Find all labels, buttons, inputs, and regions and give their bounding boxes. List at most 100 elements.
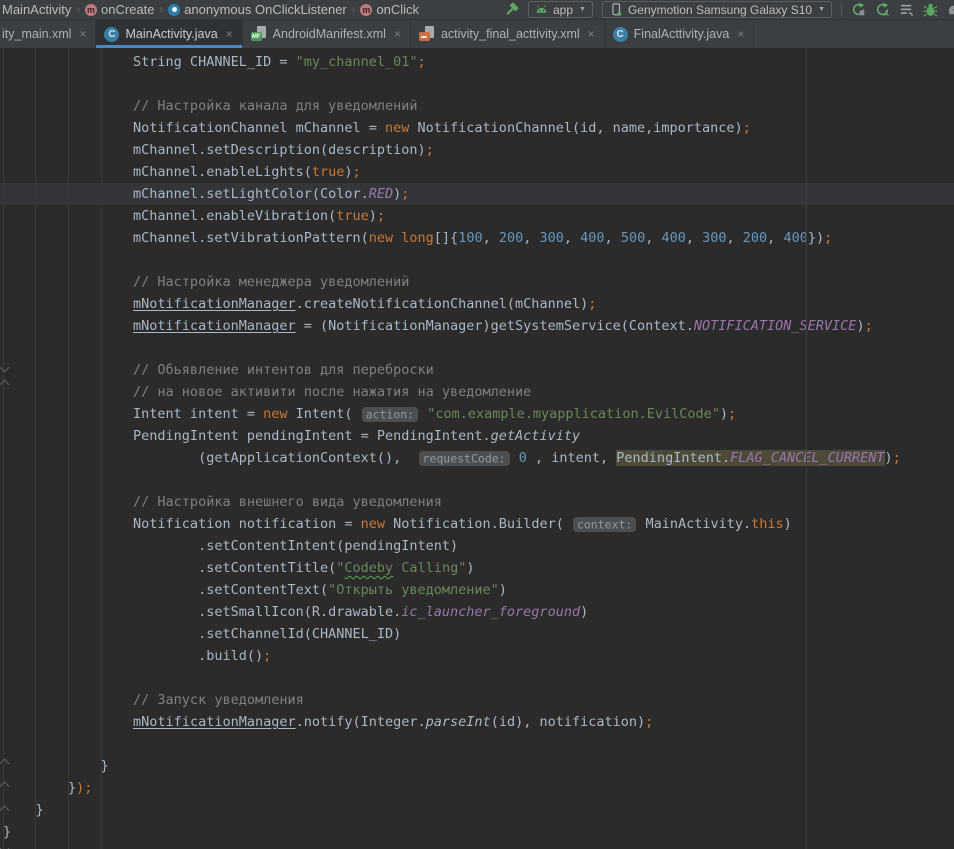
editor-tab[interactable]: MFAndroidManifest.xml× [243,20,411,48]
code-segment: ; [893,450,901,466]
code-line[interactable]: // Настройка канала для уведомлений [0,95,954,117]
code-segment: 500 [621,230,645,246]
code-line[interactable] [0,73,954,95]
code-segment: mNotificationManager [133,318,296,334]
code-line[interactable]: .build(); [0,645,954,667]
code-segment: ; [353,164,361,180]
code-line[interactable]: // Настройка менеджера уведомлений [0,271,954,293]
code-line[interactable]: Notification notification = new Notifica… [0,513,954,535]
editor-tab[interactable]: activity_final_acttivity.xml × [411,20,605,48]
code-segment: ; [824,230,832,246]
code-line[interactable]: mNotificationManager.createNotificationC… [0,293,954,315]
editor-tab-bar: ity_main.xml×CMainActivity.java×MFAndroi… [0,20,954,48]
code-line[interactable]: // Настройка внешнего вида уведомления [0,491,954,513]
method-icon: m [85,4,97,16]
android-icon [535,4,548,15]
code-segment: String CHANNEL_ID = [3,54,296,70]
code-line[interactable]: .setChannelId(CHANNEL_ID) [0,623,954,645]
code-line[interactable]: }); [0,777,954,799]
build-hammer-icon[interactable] [504,2,519,17]
code-segment: ; [377,208,385,224]
profile-icon[interactable] [947,2,954,17]
code-line[interactable]: mChannel.enableVibration(true); [0,205,954,227]
code-segment: "com.example.myapplication.EvilCode" [427,406,720,422]
code-segment: .build() [3,648,263,664]
run-config-select[interactable]: app ▼ [528,1,593,18]
code-line[interactable]: mNotificationManager = (NotificationMana… [0,315,954,337]
tab-label: MainActivity.java [125,27,217,41]
code-line[interactable]: String CHANNEL_ID = "my_channel_01"; [0,51,954,73]
code-line[interactable]: (getApplicationContext(), requestCode: 0… [0,447,954,469]
code-editor[interactable]: String CHANNEL_ID = "my_channel_01"; // … [0,48,954,849]
device-label: Genymotion Samsung Galaxy S10 [628,3,812,17]
device-select[interactable]: Genymotion Samsung Galaxy S10 ▼ [602,1,832,18]
code-segment: new [369,230,393,246]
code-line[interactable] [0,733,954,755]
code-segment: ) [856,318,864,334]
code-segment: } [3,758,109,774]
editor-tab[interactable]: CMainActivity.java× [96,20,242,48]
code-line[interactable]: mChannel.setVibrationPattern(new long[]{… [0,227,954,249]
tab-close-icon[interactable]: × [737,28,744,40]
breadcrumb-item[interactable]: monCreate [85,2,154,17]
apply-code-changes-icon[interactable]: A [875,2,890,17]
code-segment: // Настройка внешнего вида уведомления [3,494,442,510]
tab-label: ity_main.xml [2,27,71,41]
breadcrumb-item[interactable]: anonymous OnClickListener [168,2,347,17]
fold-down-icon[interactable] [0,844,9,849]
code-line[interactable]: Intent intent = new Intent( action: "com… [0,403,954,425]
code-line[interactable]: mChannel.setDescription(description); [0,139,954,161]
code-segment: // Настройка менеджера уведомлений [3,274,409,290]
tab-close-icon[interactable]: × [79,28,86,40]
toolbar-actions: app ▼ Genymotion Samsung Galaxy S10 ▼ [504,1,954,18]
code-segment: PendingIntent. [616,450,730,466]
profiler-sessions-icon[interactable] [899,2,914,17]
code-line[interactable] [0,249,954,271]
toolbar-separator [841,3,842,17]
code-segment: mChannel.setVibrationPattern( [3,230,369,246]
code-segment: new [385,120,409,136]
breadcrumb-label: MainActivity [2,2,71,17]
code-segment: mChannel.setDescription(description) [3,142,426,158]
code-segment: ; [588,296,596,312]
code-line[interactable]: .setContentText("Открыть уведомление") [0,579,954,601]
code-line[interactable]: NotificationChannel mChannel = new Notif… [0,117,954,139]
code-line[interactable]: } [0,821,954,843]
code-segment: RED [369,186,393,202]
tab-close-icon[interactable]: × [588,28,595,40]
inlay-hint: action: [362,407,418,422]
code-line[interactable]: mChannel.enableLights(true); [0,161,954,183]
code-segment: (id), notification) [491,714,645,730]
rerun-apply-changes-icon[interactable] [851,2,866,17]
tab-label: activity_final_acttivity.xml [441,27,580,41]
code-line[interactable]: } [0,799,954,821]
code-line[interactable]: // Обьявление интентов для переброски [0,359,954,381]
tab-close-icon[interactable]: × [394,28,401,40]
code-segment: getActivity [491,428,580,444]
code-line[interactable]: } [0,755,954,777]
code-line[interactable]: // Запуск уведомления [0,689,954,711]
code-line[interactable]: .setSmallIcon(R.drawable.ic_launcher_for… [0,601,954,623]
code-line[interactable] [0,667,954,689]
code-segment: []{ [434,230,458,246]
breadcrumb-item[interactable]: monClick [360,2,419,17]
tab-close-icon[interactable]: × [226,28,233,40]
code-line[interactable]: mNotificationManager.notify(Integer.pars… [0,711,954,733]
code-line[interactable]: .setContentTitle("Codeby Calling") [0,557,954,579]
code-line[interactable]: PendingIntent pendingIntent = PendingInt… [0,425,954,447]
code-segment: "my_channel_01" [296,54,418,70]
code-line[interactable]: // на новое активити после нажатия на ув… [0,381,954,403]
code-line[interactable] [0,337,954,359]
debug-icon[interactable] [923,2,938,17]
code-line[interactable]: mChannel.setLightColor(Color.RED); [0,183,954,205]
code-segment: ); [76,780,92,796]
code-line[interactable]: .setContentIntent(pendingIntent) [0,535,954,557]
file-type-badge: MF [251,32,262,41]
breadcrumb-item[interactable]: MainActivity [2,2,71,17]
editor-tab[interactable]: CFinalActtivity.java× [605,20,755,48]
editor-tab[interactable]: ity_main.xml × [0,20,96,48]
code-segment: MainActivity. [637,516,751,532]
anonymous-class-icon [168,4,180,16]
code-line[interactable] [0,469,954,491]
code-segment: Notification.Builder( [385,516,572,532]
